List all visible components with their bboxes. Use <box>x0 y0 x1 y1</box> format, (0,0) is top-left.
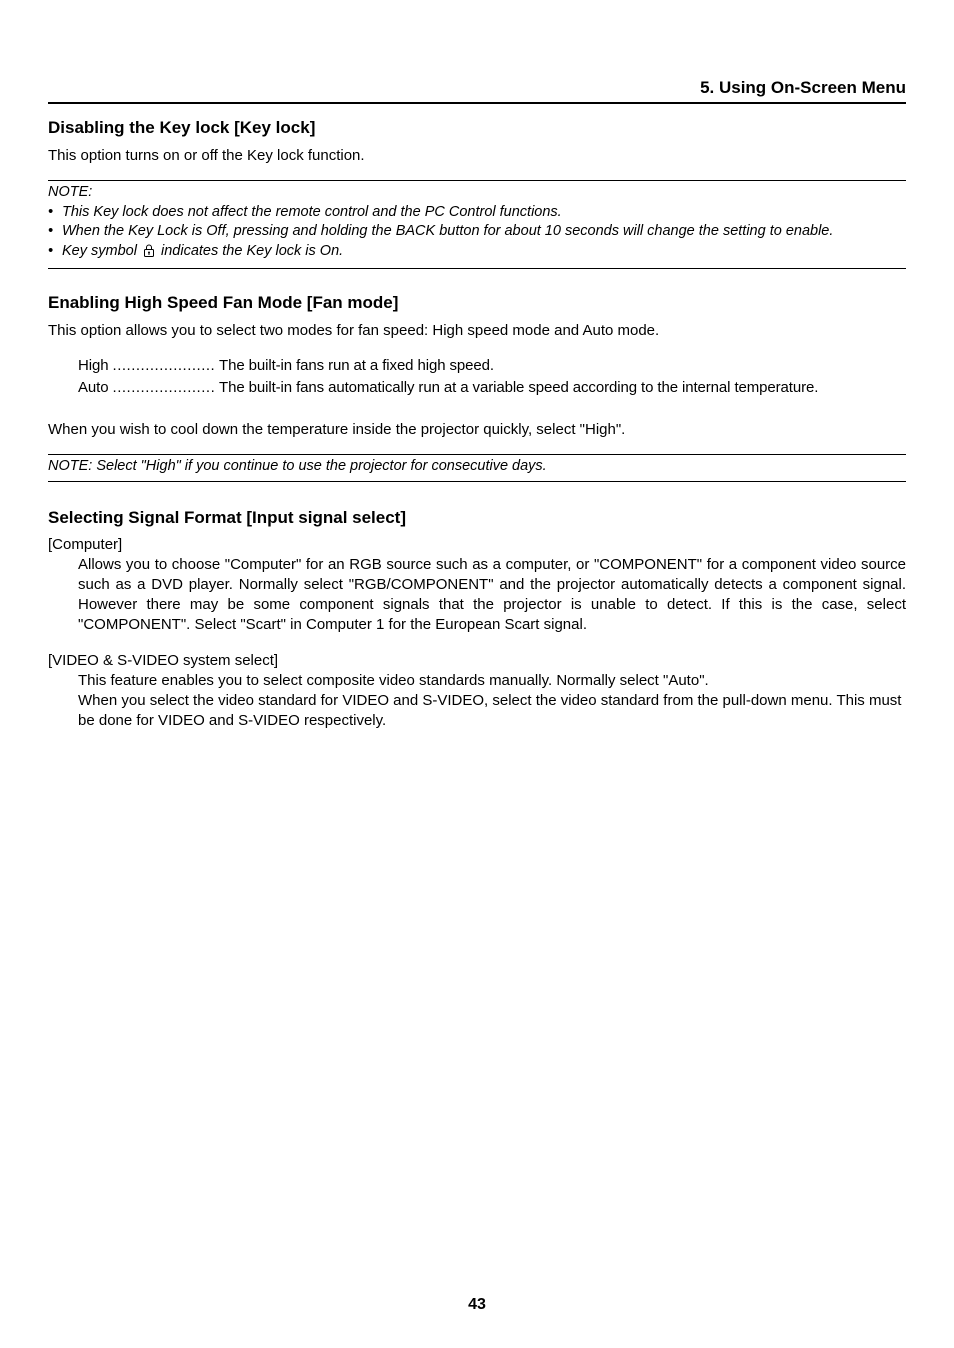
fanmode-title: Enabling High Speed Fan Mode [Fan mode] <box>48 293 906 313</box>
def-auto-label: Auto <box>78 379 108 396</box>
note-item: Key symbol indicates the Key lock is On. <box>48 242 906 264</box>
video-body: This feature enables you to select compo… <box>48 671 906 732</box>
def-high-desc: The built-in fans run at a fixed high sp… <box>219 357 494 374</box>
lock-icon <box>143 244 155 264</box>
header-rule <box>48 102 906 104</box>
note-item: When the Key Lock is Off, pressing and h… <box>48 222 906 242</box>
def-high: High ...................... The built-in… <box>48 355 906 378</box>
fanmode-note: NOTE: Select "High" if you continue to u… <box>48 454 906 482</box>
note-item: This Key lock does not affect the remote… <box>48 203 906 223</box>
keylock-intro: This option turns on or off the Key lock… <box>48 146 906 166</box>
video-head: [VIDEO & S-VIDEO system select] <box>48 652 906 669</box>
note-label: NOTE: <box>48 183 906 203</box>
note3-suffix: indicates the Key lock is On. <box>161 243 343 259</box>
keylock-note-block: NOTE: This Key lock does not affect the … <box>48 180 906 268</box>
def-high-label: High <box>78 357 108 374</box>
header-section-title: 5. Using On-Screen Menu <box>48 78 906 102</box>
note3-prefix: Key symbol <box>62 243 137 259</box>
def-auto-desc: The built-in fans automatically run at a… <box>219 379 818 396</box>
fanmode-intro: This option allows you to select two mod… <box>48 321 906 341</box>
dots: ...................... <box>113 379 216 396</box>
computer-body: Allows you to choose "Computer" for an R… <box>48 555 906 636</box>
page-number: 43 <box>0 1296 954 1314</box>
keylock-title: Disabling the Key lock [Key lock] <box>48 118 906 138</box>
fanmode-body2: When you wish to cool down the temperatu… <box>48 420 906 440</box>
dots: ...................... <box>113 357 216 374</box>
signalformat-title: Selecting Signal Format [Input signal se… <box>48 508 906 528</box>
def-auto: Auto ...................... The built-in… <box>48 377 906 400</box>
fanmode-definitions: High ...................... The built-in… <box>48 355 906 400</box>
computer-head: [Computer] <box>48 536 906 553</box>
